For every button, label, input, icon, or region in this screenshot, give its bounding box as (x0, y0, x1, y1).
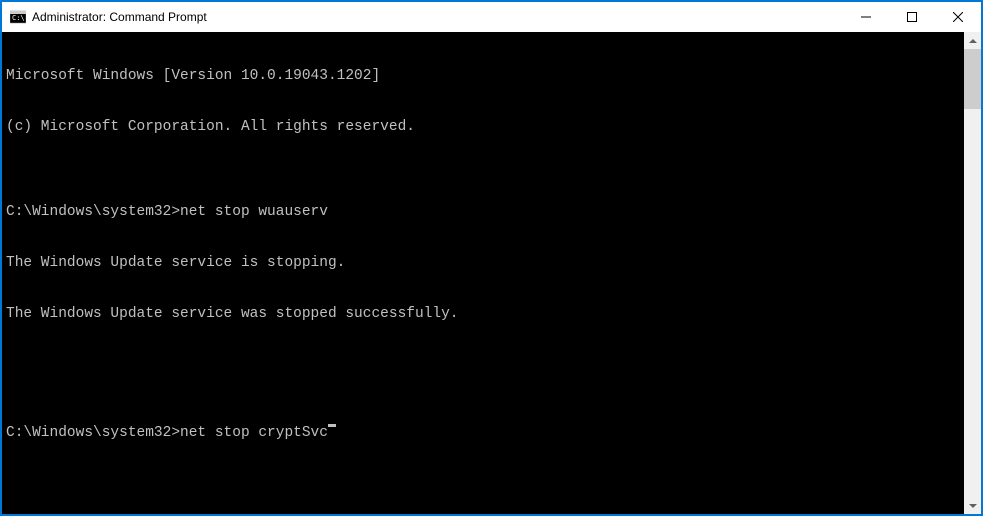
command-text: net stop wuauserv (180, 204, 328, 221)
output-line: The Windows Update service is stopping. (6, 255, 960, 272)
terminal-content[interactable]: Microsoft Windows [Version 10.0.19043.12… (2, 32, 964, 514)
terminal-area: Microsoft Windows [Version 10.0.19043.12… (2, 32, 981, 514)
scroll-thumb[interactable] (964, 49, 981, 109)
output-line: (c) Microsoft Corporation. All rights re… (6, 119, 960, 136)
command-text: net stop cryptSvc (180, 425, 328, 442)
window-controls (843, 2, 981, 32)
app-icon: C:\ (10, 9, 26, 25)
scroll-track[interactable] (964, 49, 981, 497)
output-line: The Windows Update service was stopped s… (6, 306, 960, 323)
prompt-line: C:\Windows\system32>net stop cryptSvc (6, 425, 960, 442)
scroll-down-button[interactable] (964, 497, 981, 514)
maximize-button[interactable] (889, 2, 935, 32)
prompt-path: C:\Windows\system32> (6, 425, 180, 442)
minimize-button[interactable] (843, 2, 889, 32)
scroll-up-button[interactable] (964, 32, 981, 49)
command-prompt-window: C:\ Administrator: Command Prompt Micros… (1, 1, 982, 515)
cursor (328, 424, 336, 427)
window-title: Administrator: Command Prompt (32, 10, 843, 24)
close-button[interactable] (935, 2, 981, 32)
output-line: Microsoft Windows [Version 10.0.19043.12… (6, 68, 960, 85)
svg-text:C:\: C:\ (12, 14, 25, 22)
prompt-line: C:\Windows\system32>net stop wuauserv (6, 204, 960, 221)
titlebar[interactable]: C:\ Administrator: Command Prompt (2, 2, 981, 32)
vertical-scrollbar[interactable] (964, 32, 981, 514)
prompt-path: C:\Windows\system32> (6, 204, 180, 221)
